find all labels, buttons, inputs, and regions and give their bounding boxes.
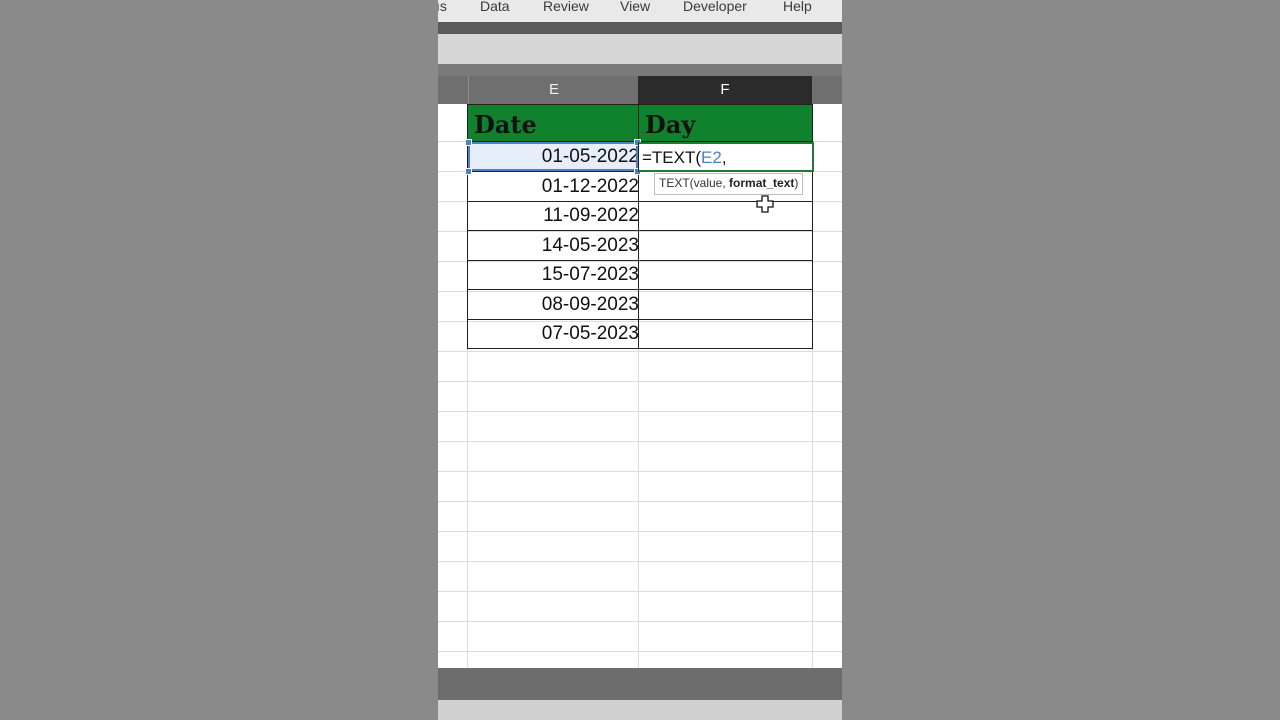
table-row: 15-07-2023 [467, 260, 813, 290]
date-cell[interactable]: 07-05-2023 [468, 319, 643, 349]
formula-bar-area[interactable] [438, 34, 842, 64]
table-row: 07-05-2023 [467, 319, 813, 349]
date-cell[interactable]: 01-05-2022 [468, 142, 643, 171]
tooltip-prefix: TEXT(value, [659, 176, 730, 190]
date-cell[interactable]: 15-07-2023 [468, 260, 643, 290]
table-row: 14-05-2023 [467, 231, 813, 261]
menu-bar: ıs Data Review View Developer Help [438, 0, 842, 22]
table-row: 08-09-2023 [467, 290, 813, 320]
column-header-e[interactable]: E [468, 76, 640, 104]
menu-item-data[interactable]: Data [480, 0, 510, 14]
date-cell[interactable]: 11-09-2022 [468, 201, 643, 231]
function-tooltip[interactable]: TEXT(value, format_text) [654, 173, 804, 195]
formula-reference: E2 [701, 148, 722, 167]
selection-handle[interactable] [465, 139, 472, 146]
menu-item-partial[interactable]: ıs [438, 0, 447, 14]
formula-suffix: , [721, 148, 727, 167]
menu-item-review[interactable]: Review [543, 0, 589, 14]
menu-item-view[interactable]: View [620, 0, 650, 14]
toolbar-gap [438, 64, 842, 76]
menu-item-help[interactable]: Help [783, 0, 812, 14]
tooltip-suffix: ) [794, 176, 799, 190]
date-cell[interactable]: 14-05-2023 [468, 231, 643, 261]
crosshair-cursor-icon [756, 195, 774, 213]
menu-item-developer[interactable]: Developer [683, 0, 747, 14]
column-header-f[interactable]: F [638, 76, 812, 107]
taskbar-strip [438, 700, 842, 720]
ribbon-edge [438, 22, 842, 34]
spreadsheet-window: ıs Data Review View Developer Help E F D… [438, 0, 842, 720]
selection-handle[interactable] [465, 168, 472, 175]
formula-edit-cell[interactable]: =TEXT(E2, [638, 142, 814, 172]
date-cell[interactable]: 01-12-2022 [468, 172, 643, 202]
tooltip-active-arg: format_text [729, 176, 795, 190]
header-cell-day[interactable]: Day [638, 104, 813, 142]
header-cell-date[interactable]: Date [467, 104, 639, 142]
date-cell[interactable]: 08-09-2023 [468, 290, 643, 320]
status-bar [438, 668, 842, 700]
formula-prefix: =TEXT( [642, 148, 702, 167]
